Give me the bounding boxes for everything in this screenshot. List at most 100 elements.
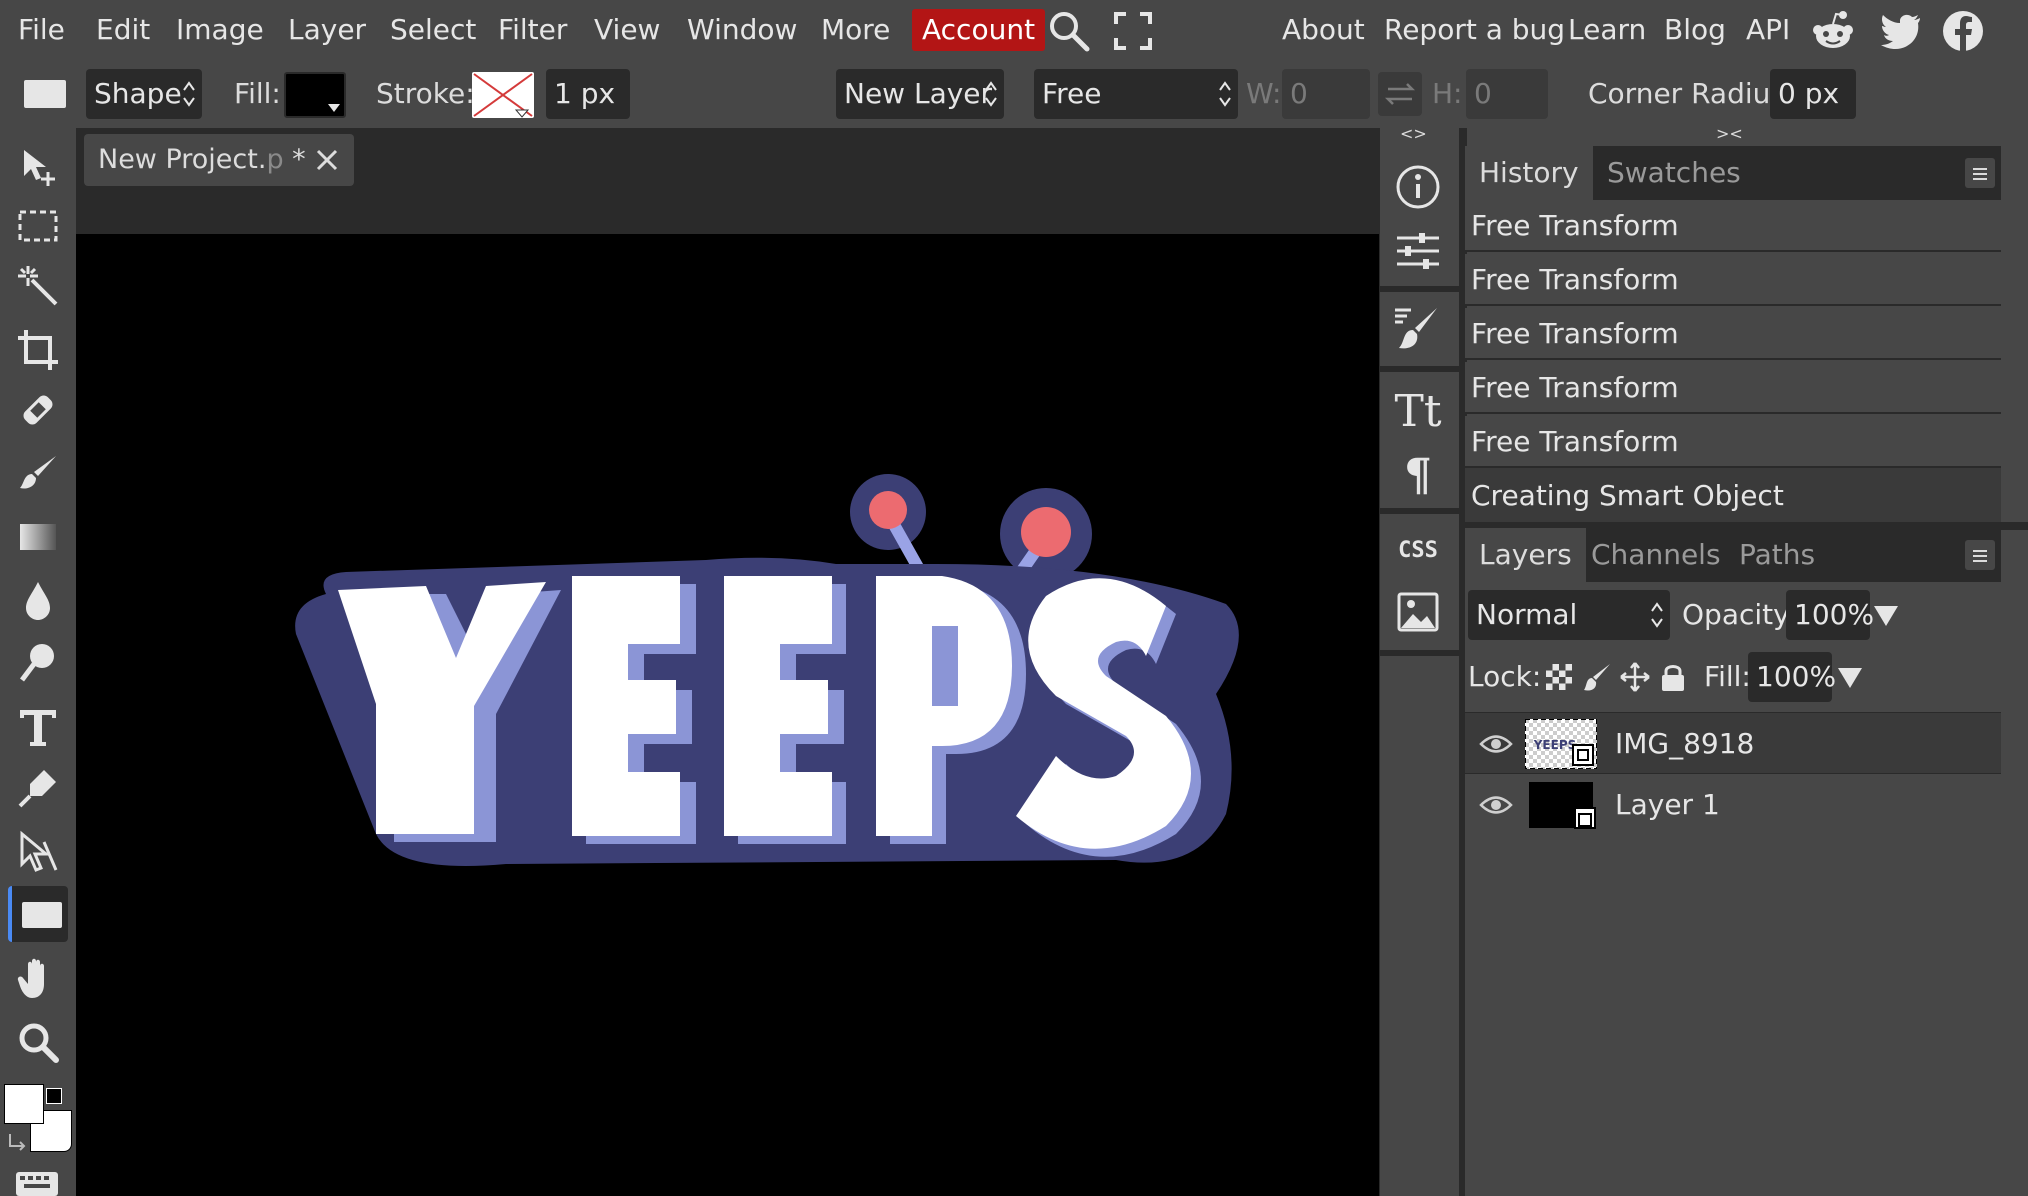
crop-tool[interactable] [8,322,68,378]
lock-position-icon[interactable] [1620,662,1650,692]
lock-pixels-icon[interactable] [1584,662,1612,692]
menu-more[interactable]: More [821,9,890,51]
width-input[interactable]: 0 [1282,69,1370,119]
collapse-right-icon[interactable]: >< [1716,124,1743,143]
menu-select[interactable]: Select [390,9,476,51]
corner-radius-input[interactable]: 0 px [1770,69,1856,119]
info-icon[interactable] [1389,160,1447,214]
brush-settings-icon[interactable] [1389,304,1447,358]
fullscreen-icon[interactable] [1110,8,1156,54]
gradient-tool[interactable] [8,508,68,564]
pen-tool[interactable] [8,760,68,816]
rectangle-tool[interactable] [8,886,68,942]
history-item[interactable]: Free Transform [1465,254,2001,306]
link-learn[interactable]: Learn [1568,9,1646,51]
layer-target-select[interactable]: New Layer [836,69,1004,119]
blur-tool[interactable] [8,572,68,628]
fill-input[interactable]: 100% [1748,652,1836,702]
character-icon[interactable]: Tt [1389,382,1447,436]
link-api[interactable]: API [1746,9,1790,51]
move-tool[interactable] [8,138,68,194]
history-panel-tabs: History Swatches [1465,146,2001,200]
crop-icon [18,330,58,370]
direct-select-icon [20,830,58,872]
history-item[interactable]: Free Transform [1465,200,2001,252]
fill-swatch[interactable] [284,72,346,118]
link-about[interactable]: About [1282,9,1365,51]
menu-layer[interactable]: Layer [288,9,366,51]
twitter-icon[interactable] [1878,8,1924,54]
menu-window[interactable]: Window [687,9,797,51]
link-report-bug[interactable]: Report a bug [1384,9,1565,51]
menu-view[interactable]: View [594,9,660,51]
tab-swatches[interactable]: Swatches [1593,146,1755,200]
tab-history[interactable]: History [1465,146,1593,200]
canvas-artwork [295,474,1239,866]
brush-tool[interactable] [8,446,68,502]
visibility-eye-icon[interactable] [1479,792,1513,818]
hand-tool[interactable] [8,950,68,1006]
height-input[interactable]: 0 [1466,69,1548,119]
opacity-dropdown-icon[interactable] [1874,606,1898,626]
history-panel-menu-icon[interactable] [1965,158,1995,188]
hand-icon [17,958,44,998]
menu-filter[interactable]: Filter [498,9,567,51]
layers-panel-menu-icon[interactable] [1965,540,1995,570]
blend-mode-select[interactable]: Normal [1468,590,1670,640]
tab-layers[interactable]: Layers [1465,528,1586,582]
collapse-left-icon[interactable]: <> [1400,124,1427,143]
default-colors-icon[interactable] [46,1088,62,1104]
marquee-tool[interactable] [8,198,68,254]
document-tab[interactable]: New Project.p * [84,134,354,186]
layer-name[interactable]: Layer 1 [1615,774,1720,836]
updown-icon [1651,602,1663,628]
fill-dropdown-icon[interactable] [1838,668,1862,688]
canvas[interactable] [76,234,1379,1196]
document-tab-name: New Project.p * [98,144,306,175]
history-item[interactable]: Free Transform [1465,308,2001,360]
menu-edit[interactable]: Edit [96,9,150,51]
tab-channels[interactable]: Channels [1577,528,1735,582]
lock-transparency-icon[interactable] [1546,664,1572,690]
close-icon[interactable] [314,147,340,173]
tab-paths[interactable]: Paths [1725,528,1829,582]
layer-name[interactable]: IMG_8918 [1615,713,1754,775]
type-tool[interactable] [8,698,68,754]
stroke-swatch[interactable] [472,72,534,118]
magic-wand-tool[interactable] [8,258,68,314]
foreground-color-swatch[interactable] [4,1084,44,1124]
path-select-tool[interactable] [8,824,68,880]
thumbnail-art-text: YEEPS [1533,738,1577,752]
healing-tool[interactable] [8,382,68,438]
dodge-tool[interactable] [8,634,68,690]
reddit-icon[interactable] [1810,8,1856,54]
image-icon[interactable] [1389,586,1447,640]
keyboard-icon[interactable] [16,1170,58,1196]
zoom-tool[interactable] [8,1014,68,1070]
history-item[interactable]: Free Transform [1465,416,2001,468]
layer-row-img-8918[interactable]: YEEPS IMG_8918 [1465,712,2001,774]
adjustments-icon[interactable] [1389,224,1447,278]
history-item-current[interactable]: Creating Smart Object [1465,468,2001,524]
width-label: W: [1246,77,1282,110]
search-icon[interactable] [1046,8,1092,54]
visibility-eye-icon[interactable] [1479,731,1513,757]
menu-file[interactable]: File [18,9,65,51]
stroke-width-input[interactable]: 1 px [546,69,630,119]
updown-icon [985,81,997,107]
drop-icon [26,582,50,620]
lock-all-icon[interactable] [1660,662,1686,692]
layer-row-layer-1[interactable]: Layer 1 [1465,774,2001,836]
constraint-select[interactable]: Free [1034,69,1238,119]
css-icon[interactable]: CSS [1389,524,1447,578]
menu-account[interactable]: Account [912,9,1046,51]
swap-colors-icon[interactable] [6,1130,28,1152]
menu-image[interactable]: Image [176,9,264,51]
facebook-icon[interactable] [1940,8,1986,54]
history-item[interactable]: Free Transform [1465,362,2001,414]
swap-dimensions-icon[interactable] [1378,72,1422,116]
link-blog[interactable]: Blog [1664,9,1726,51]
paragraph-icon[interactable]: ¶ [1389,444,1447,498]
opacity-input[interactable]: 100% [1786,590,1874,640]
shape-mode-select[interactable]: Shape [86,69,202,119]
